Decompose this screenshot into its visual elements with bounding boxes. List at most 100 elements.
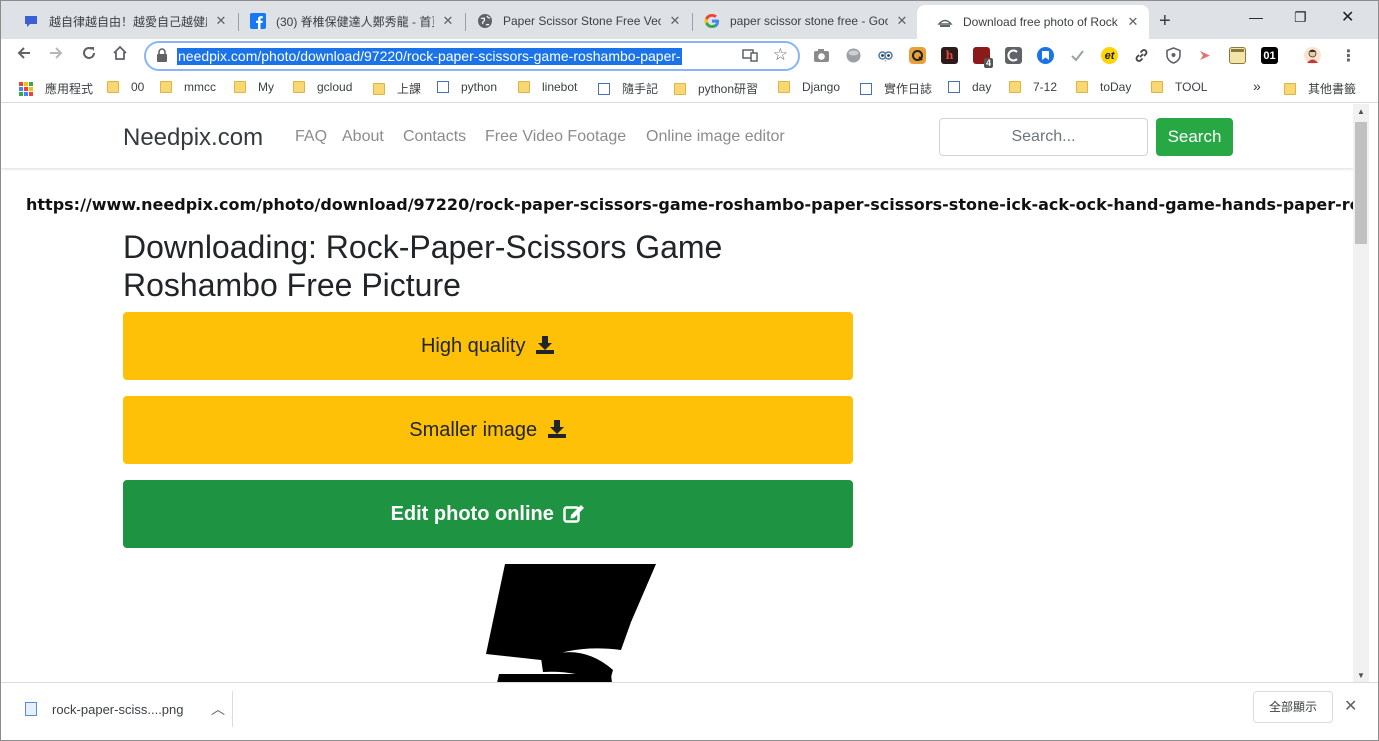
- rock-paper-scissors-image: [486, 564, 656, 682]
- bookmark-page[interactable]: python: [437, 80, 497, 94]
- tab-title: (30) 脊椎保健達人鄭秀龍 - 首頁: [276, 14, 434, 29]
- home-icon: [113, 45, 127, 60]
- site-brand[interactable]: Needpix.com: [123, 124, 263, 152]
- cast-icon[interactable]: [742, 48, 758, 65]
- close-icon[interactable]: ✕: [440, 13, 456, 29]
- window-close-button[interactable]: ✕: [1341, 7, 1354, 27]
- link-extension-icon[interactable]: [1133, 47, 1150, 64]
- nav-about[interactable]: About: [342, 128, 384, 146]
- bookmark-other[interactable]: 其他書籤: [1284, 80, 1356, 97]
- menu-kebab-icon[interactable]: ⋮: [1340, 47, 1357, 65]
- arrow-extension-icon[interactable]: [1197, 47, 1214, 64]
- bookmark-folder[interactable]: mmcc: [160, 80, 216, 94]
- bookmark-label: 隨手記: [622, 82, 659, 96]
- q-extension-icon[interactable]: [909, 47, 926, 64]
- nav-free-video-footage[interactable]: Free Video Footage: [485, 128, 626, 146]
- new-tab-button[interactable]: +: [1159, 10, 1171, 33]
- notes-extension-icon[interactable]: [1229, 47, 1246, 64]
- tab-1[interactable]: 越自律越自由！越愛自己越健康 ✕: [3, 7, 237, 35]
- bookmark-folder[interactable]: python研習: [674, 80, 758, 97]
- download-item[interactable]: rock-paper-sciss....png ︿: [9, 691, 233, 727]
- bookmark-label: mmcc: [184, 80, 216, 94]
- folder-icon: [373, 82, 385, 95]
- close-icon[interactable]: ✕: [1125, 14, 1141, 30]
- browser-toolbar: needpix.com/photo/download/97220/rock-pa…: [1, 39, 1378, 73]
- smaller-image-button[interactable]: Smaller image: [123, 396, 853, 464]
- shield-extension-icon[interactable]: [1165, 47, 1182, 64]
- bookmark-extension-icon[interactable]: [1037, 47, 1054, 64]
- sphere-extension-icon[interactable]: [845, 47, 862, 64]
- edit-photo-online-button[interactable]: Edit photo online: [123, 480, 853, 548]
- nav-online-image-editor[interactable]: Online image editor: [646, 128, 785, 146]
- bookmark-label: python研習: [698, 82, 759, 96]
- url-text[interactable]: needpix.com/photo/download/97220/rock-pa…: [177, 48, 682, 65]
- facebook-icon: [250, 13, 266, 29]
- address-bar[interactable]: needpix.com/photo/download/97220/rock-pa…: [144, 41, 800, 71]
- minimize-button[interactable]: —: [1249, 9, 1263, 25]
- overflow-chevron-icon: »: [1253, 78, 1261, 94]
- search-input[interactable]: Search...: [939, 118, 1148, 156]
- bookmark-star-icon[interactable]: ☆: [773, 45, 788, 65]
- h-extension-icon[interactable]: h: [941, 47, 958, 64]
- bookmark-label: linebot: [542, 80, 578, 94]
- close-icon[interactable]: ✕: [1344, 696, 1357, 716]
- maximize-button[interactable]: ❐: [1294, 9, 1307, 26]
- bookmark-folder[interactable]: My: [234, 80, 274, 94]
- folder-icon: [160, 81, 172, 93]
- scroll-thumb[interactable]: [1355, 122, 1367, 244]
- tab-5-active[interactable]: Download free photo of Rock ✕: [917, 5, 1149, 39]
- bookmark-page[interactable]: 隨手記: [598, 80, 658, 97]
- 01-extension-icon[interactable]: 01: [1261, 47, 1278, 64]
- folder-icon: [778, 81, 790, 93]
- close-icon[interactable]: ✕: [667, 13, 683, 29]
- folder-icon: [293, 81, 305, 93]
- bookmark-label: 實作日誌: [884, 82, 933, 96]
- bookmark-label: gcloud: [317, 80, 353, 94]
- bookmark-folder[interactable]: linebot: [518, 80, 577, 94]
- extension-badge: 4: [983, 58, 993, 68]
- close-icon[interactable]: ✕: [213, 13, 229, 29]
- bookmark-folder[interactable]: Django: [778, 80, 840, 94]
- back-arrow-icon: [17, 47, 30, 59]
- bookmark-page[interactable]: day: [948, 80, 991, 94]
- page-scrollbar[interactable]: ▲ ▼: [1353, 104, 1369, 682]
- bookmark-folder[interactable]: toDay: [1076, 80, 1131, 94]
- profile-avatar-icon[interactable]: [1304, 47, 1321, 64]
- close-icon[interactable]: ✕: [894, 13, 910, 29]
- check-extension-icon[interactable]: [1069, 47, 1086, 64]
- back-button[interactable]: [13, 45, 35, 66]
- bookmark-folder[interactable]: 00: [107, 80, 144, 94]
- download-icon: [536, 336, 555, 354]
- search-button[interactable]: Search: [1156, 118, 1233, 156]
- bookmark-folder[interactable]: TOOL: [1151, 80, 1207, 94]
- nav-contacts[interactable]: Contacts: [403, 128, 466, 146]
- reload-button[interactable]: [78, 45, 100, 66]
- bookmark-label: 7-12: [1033, 80, 1058, 94]
- bookmarks-overflow-button[interactable]: »: [1253, 78, 1261, 94]
- camera-extension-icon[interactable]: [813, 47, 830, 64]
- button-label: Smaller image: [409, 419, 538, 441]
- bookmark-page[interactable]: 實作日誌: [860, 80, 932, 97]
- home-button[interactable]: [109, 45, 131, 66]
- et-extension-icon[interactable]: et: [1101, 47, 1118, 64]
- ublock-extension-icon[interactable]: 4: [973, 47, 993, 68]
- bookmark-folder[interactable]: 7-12: [1009, 80, 1057, 94]
- forward-button[interactable]: [45, 45, 67, 66]
- bookmark-apps[interactable]: 應用程式: [19, 80, 93, 97]
- tab-4[interactable]: paper scissor stone free - Google ✕: [684, 7, 918, 35]
- scroll-up-arrow-icon[interactable]: ▲: [1357, 107, 1365, 116]
- button-label: High quality: [420, 335, 526, 357]
- browser-window: 越自律越自由！越愛自己越健康 ✕ (30) 脊椎保健達人鄭秀龍 - 首頁 ✕ P…: [0, 0, 1379, 741]
- c-extension-icon[interactable]: [1005, 47, 1022, 64]
- high-quality-button[interactable]: High quality: [123, 312, 853, 380]
- bookmark-folder[interactable]: 上課: [373, 80, 421, 97]
- bookmark-folder[interactable]: gcloud: [293, 80, 352, 94]
- owl-extension-icon[interactable]: [877, 47, 894, 64]
- chevron-up-icon[interactable]: ︿: [211, 699, 225, 719]
- show-all-button[interactable]: 全部顯示: [1253, 691, 1333, 723]
- nav-faq[interactable]: FAQ: [295, 128, 327, 146]
- tab-3[interactable]: Paper Scissor Stone Free Vector ✕: [457, 7, 691, 35]
- scroll-down-arrow-icon[interactable]: ▼: [1357, 671, 1365, 680]
- image-file-icon: [25, 702, 37, 716]
- tab-2[interactable]: (30) 脊椎保健達人鄭秀龍 - 首頁 ✕: [230, 7, 464, 35]
